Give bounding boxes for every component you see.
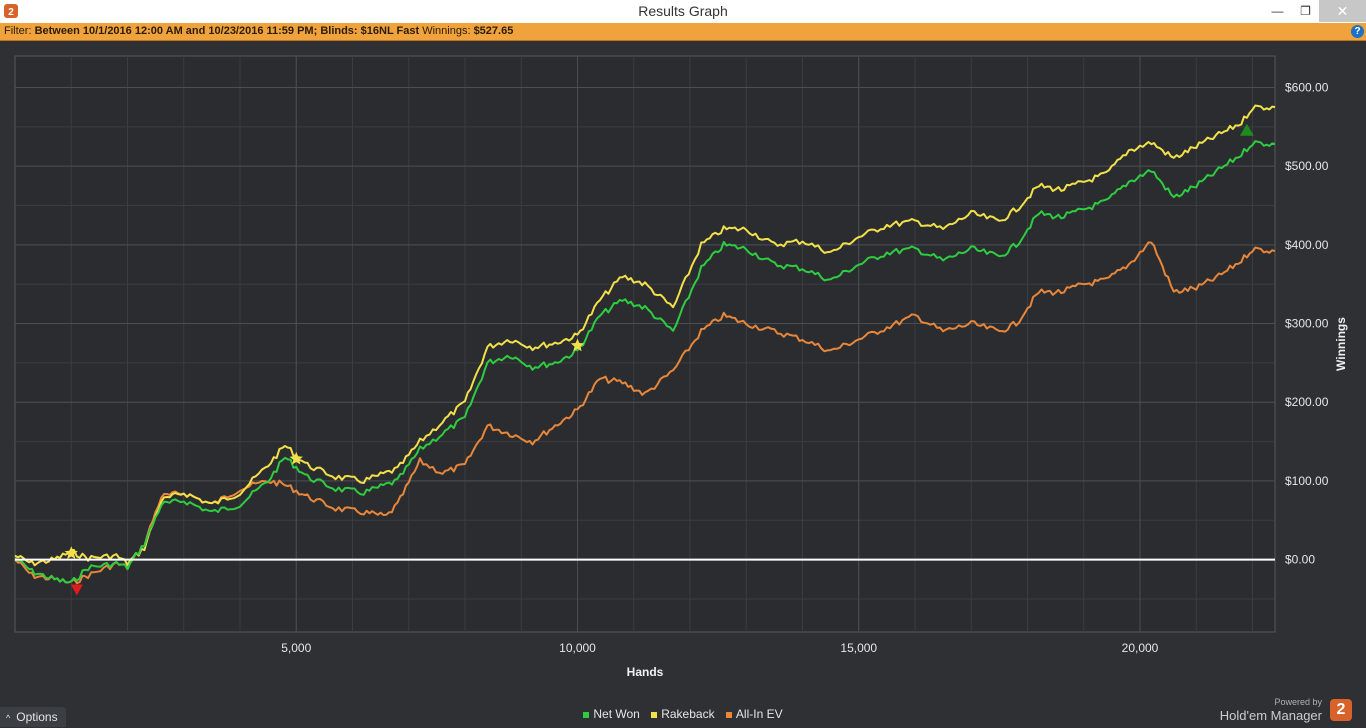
legend-label: Net Won bbox=[593, 707, 640, 721]
chart-legend: Net Won Rakeback All-In EV bbox=[0, 707, 1366, 721]
legend-item-net-won[interactable]: Net Won bbox=[583, 707, 640, 721]
results-graph: $0.00 $100.00 $200.00 $300.00 $400.00 $500.00… bbox=[0, 41, 1366, 727]
brand-name: Hold'em Manager bbox=[1219, 708, 1322, 723]
brand-badge: Powered by Hold'em Manager 2 bbox=[1220, 697, 1362, 725]
filter-winnings-label: Winnings: bbox=[422, 25, 471, 37]
filter-prefix: Filter: bbox=[4, 25, 32, 37]
hm2-logo-icon: 2 bbox=[1330, 699, 1352, 721]
legend-swatch-net-won bbox=[583, 711, 590, 718]
x-tick-label: 20,000 bbox=[1122, 641, 1159, 655]
y-tick-label: $600.00 bbox=[1285, 80, 1329, 94]
maximize-button[interactable]: ❐ bbox=[1289, 0, 1322, 22]
y-tick-label: $0.00 bbox=[1285, 553, 1315, 567]
legend-label: All-In EV bbox=[735, 707, 783, 721]
close-button[interactable]: ✕ bbox=[1319, 0, 1366, 22]
filter-bar: Filter: Between 10/1/2016 12:00 AM and 1… bbox=[0, 23, 1366, 41]
y-tick-label: $100.00 bbox=[1285, 474, 1329, 488]
plot-area bbox=[14, 55, 1276, 633]
x-axis-label: Hands bbox=[627, 665, 664, 679]
x-tick-label: 5,000 bbox=[281, 641, 311, 655]
legend-swatch-rakeback bbox=[651, 711, 658, 718]
y-tick-label: $300.00 bbox=[1285, 317, 1329, 331]
filter-text: Between 10/1/2016 12:00 AM and 10/23/201… bbox=[34, 25, 420, 37]
results-chart: $0.00 $100.00 $200.00 $300.00 $400.00 $500.00… bbox=[14, 55, 1348, 679]
filter-winnings-value: $527.65 bbox=[473, 25, 514, 37]
y-tick-label: $500.00 bbox=[1285, 159, 1329, 173]
y-tick-label: $400.00 bbox=[1285, 238, 1329, 252]
y-axis-label: Winnings bbox=[1334, 317, 1348, 371]
help-icon[interactable]: ? bbox=[1351, 25, 1364, 38]
title-bar: 2 Results Graph — ❐ ✕ bbox=[0, 0, 1366, 24]
options-label: Options bbox=[16, 710, 58, 724]
powered-by-text: Powered by bbox=[1274, 697, 1322, 707]
x-tick-label: 15,000 bbox=[840, 641, 877, 655]
legend-item-rakeback[interactable]: Rakeback bbox=[651, 707, 715, 721]
options-button[interactable]: ^ Options bbox=[0, 707, 66, 727]
legend-label: Rakeback bbox=[661, 707, 715, 721]
legend-swatch-all-in-ev bbox=[725, 711, 732, 718]
chevron-up-icon: ^ bbox=[6, 713, 11, 723]
x-tick-label: 10,000 bbox=[559, 641, 596, 655]
window-title: Results Graph bbox=[638, 3, 728, 19]
legend-item-all-in-ev[interactable]: All-In EV bbox=[725, 707, 783, 721]
y-tick-label: $200.00 bbox=[1285, 395, 1329, 409]
